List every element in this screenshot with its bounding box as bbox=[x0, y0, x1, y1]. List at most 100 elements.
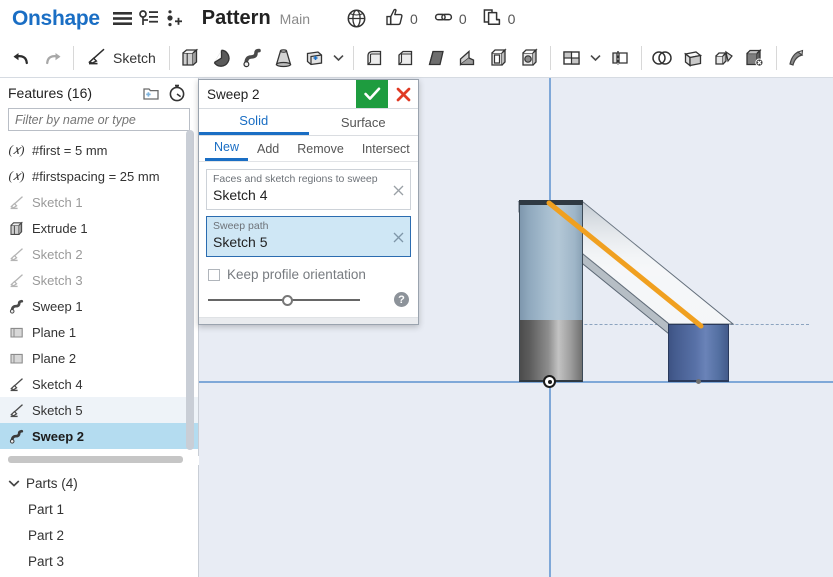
opacity-slider[interactable] bbox=[208, 293, 360, 307]
onshape-logo[interactable]: Onshape bbox=[0, 7, 110, 31]
transform-icon[interactable] bbox=[709, 42, 740, 74]
feature-item-variable-firstspacing[interactable]: (𝑥) #firstspacing = 25 mm bbox=[0, 163, 198, 189]
likes-counter[interactable]: 0 bbox=[385, 8, 418, 29]
feature-tree: (𝑥) #first = 5 mm (𝑥) #firstspacing = 25… bbox=[0, 137, 198, 449]
toolbar-divider-5 bbox=[640, 45, 642, 70]
header-right-group: 0 0 0 bbox=[343, 4, 529, 34]
version-graph-icon[interactable] bbox=[136, 4, 162, 34]
copy-documents-icon bbox=[483, 8, 502, 29]
part-item-2[interactable]: Part 2 bbox=[0, 522, 199, 548]
link-icon bbox=[434, 9, 453, 28]
cancel-button[interactable] bbox=[388, 80, 418, 108]
feature-item-sketch-3[interactable]: Sketch 3 bbox=[0, 267, 198, 293]
feature-item-extrude-1[interactable]: Extrude 1 bbox=[0, 215, 198, 241]
toolbar-divider-4 bbox=[549, 45, 551, 70]
keep-profile-orientation-row[interactable]: Keep profile orientation bbox=[206, 263, 411, 290]
sweep-path-field[interactable]: Sweep path Sketch 5 bbox=[206, 216, 411, 257]
move-face-icon[interactable] bbox=[782, 42, 813, 74]
chevron-down-icon-parts[interactable] bbox=[8, 476, 20, 491]
tab-solid[interactable]: Solid bbox=[199, 109, 309, 135]
tab-intersect[interactable]: Intersect bbox=[353, 136, 419, 161]
features-title: Features (16) bbox=[8, 85, 93, 101]
branch-label[interactable]: Main bbox=[280, 11, 310, 27]
delete-face-icon[interactable] bbox=[740, 42, 771, 74]
part-item-3[interactable]: Part 3 bbox=[0, 548, 199, 574]
add-version-icon[interactable] bbox=[162, 4, 188, 34]
feature-label: Sketch 2 bbox=[32, 246, 83, 262]
parts-header[interactable]: Parts (4) bbox=[0, 470, 199, 496]
thumbs-up-icon bbox=[385, 8, 404, 29]
rib-icon[interactable] bbox=[452, 42, 483, 74]
clear-icon[interactable] bbox=[393, 184, 404, 199]
origin-marker-icon[interactable] bbox=[543, 375, 556, 388]
dialog-body: Faces and sketch regions to sweep Sketch… bbox=[199, 162, 418, 317]
top-header: Onshape Pattern Main 0 0 0 bbox=[0, 0, 833, 38]
clear-icon[interactable] bbox=[393, 231, 404, 246]
split-icon[interactable] bbox=[678, 42, 709, 74]
part-item-1[interactable]: Part 1 bbox=[0, 496, 199, 522]
sketch-pencil-icon bbox=[87, 47, 107, 68]
sketch-button-label: Sketch bbox=[113, 49, 156, 66]
chamfer-icon[interactable] bbox=[390, 42, 421, 74]
filter-input[interactable] bbox=[8, 108, 190, 131]
hamburger-menu-icon[interactable] bbox=[110, 4, 136, 34]
dialog-footer bbox=[199, 317, 418, 324]
extrude-icon[interactable] bbox=[175, 42, 206, 74]
accept-button[interactable] bbox=[356, 80, 388, 108]
copies-counter[interactable]: 0 bbox=[483, 8, 515, 29]
feature-label: Sketch 4 bbox=[32, 376, 83, 392]
rollback-timer-icon[interactable] bbox=[164, 81, 190, 105]
chevron-down-icon-tools[interactable] bbox=[330, 54, 348, 62]
document-title[interactable]: Pattern bbox=[202, 7, 271, 30]
feature-label: Plane 2 bbox=[32, 350, 77, 366]
hole-icon[interactable] bbox=[514, 42, 545, 74]
new-folder-icon[interactable] bbox=[138, 81, 164, 105]
toolbar-divider-2 bbox=[168, 45, 170, 70]
pattern-icon[interactable] bbox=[556, 42, 587, 74]
tab-add[interactable]: Add bbox=[248, 136, 288, 161]
shell-icon[interactable] bbox=[483, 42, 514, 74]
redo-icon[interactable] bbox=[37, 42, 68, 74]
feature-item-plane-1[interactable]: Plane 1 bbox=[0, 319, 198, 345]
feature-item-sweep-1[interactable]: Sweep 1 bbox=[0, 293, 198, 319]
boolean-icon[interactable] bbox=[647, 42, 678, 74]
variable-icon: (𝑥) bbox=[8, 168, 25, 183]
sweep-icon[interactable] bbox=[237, 42, 268, 74]
tab-new[interactable]: New bbox=[205, 136, 249, 161]
feature-toolbar: Sketch bbox=[0, 38, 833, 78]
draft-icon[interactable] bbox=[421, 42, 452, 74]
revolve-icon[interactable] bbox=[206, 42, 237, 74]
tab-remove[interactable]: Remove bbox=[288, 136, 353, 161]
undo-icon[interactable] bbox=[6, 42, 37, 74]
feature-item-sweep-2[interactable]: Sweep 2 bbox=[0, 423, 198, 449]
feature-item-plane-2[interactable]: Plane 2 bbox=[0, 345, 198, 371]
links-counter[interactable]: 0 bbox=[434, 9, 467, 28]
sweep-path-value: Sketch 5 bbox=[213, 234, 268, 250]
feature-item-variable-first[interactable]: (𝑥) #first = 5 mm bbox=[0, 137, 198, 163]
mirror-icon[interactable] bbox=[605, 42, 636, 74]
fillet-icon[interactable] bbox=[359, 42, 390, 74]
dialog-sub-tabs: New Add Remove Intersect bbox=[199, 136, 418, 162]
feature-item-sketch-4[interactable]: Sketch 4 bbox=[0, 371, 198, 397]
tree-vertical-scrollbar[interactable] bbox=[186, 130, 194, 450]
slider-handle[interactable] bbox=[282, 294, 293, 306]
keep-profile-orientation-checkbox[interactable] bbox=[208, 268, 220, 281]
toolbar-divider bbox=[73, 45, 74, 70]
thicken-icon[interactable] bbox=[299, 42, 330, 74]
keep-profile-orientation-label: Keep profile orientation bbox=[227, 267, 366, 282]
sketch-button[interactable]: Sketch bbox=[79, 42, 164, 74]
feature-item-sketch-2[interactable]: Sketch 2 bbox=[0, 241, 198, 267]
tab-surface[interactable]: Surface bbox=[309, 109, 419, 135]
plane-icon bbox=[8, 350, 25, 367]
feature-item-sketch-5[interactable]: Sketch 5 bbox=[0, 397, 198, 423]
feature-label: Plane 1 bbox=[32, 324, 77, 340]
feature-label: Sketch 5 bbox=[32, 402, 83, 418]
help-icon[interactable]: ? bbox=[394, 292, 409, 307]
loft-icon[interactable] bbox=[268, 42, 299, 74]
feature-label: #firstspacing = 25 mm bbox=[32, 168, 160, 184]
faces-to-sweep-field[interactable]: Faces and sketch regions to sweep Sketch… bbox=[206, 169, 411, 210]
globe-icon[interactable] bbox=[343, 4, 369, 34]
feature-item-sketch-1[interactable]: Sketch 1 bbox=[0, 189, 198, 215]
chevron-down-icon-pattern[interactable] bbox=[587, 54, 605, 62]
tree-horizontal-scrollbar[interactable] bbox=[8, 456, 183, 463]
